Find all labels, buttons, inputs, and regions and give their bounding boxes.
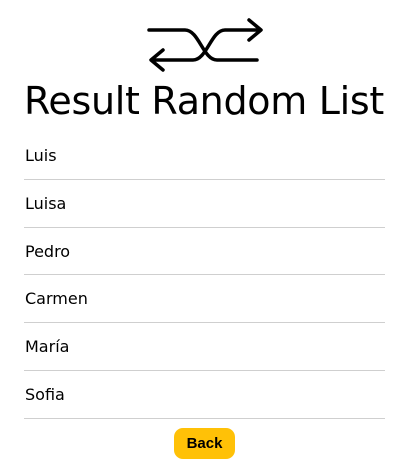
back-button[interactable]: Back <box>174 428 235 459</box>
list-item: Sofia <box>24 371 385 419</box>
list-item: Luisa <box>24 180 385 228</box>
list-item: María <box>24 323 385 371</box>
shuffle-icon <box>147 18 263 72</box>
list-item: Carmen <box>24 275 385 324</box>
result-list: Luis Luisa Pedro Carmen María Sofia <box>24 132 385 419</box>
result-page: Result Random List Luis Luisa Pedro Carm… <box>0 0 408 475</box>
list-item: Luis <box>24 132 385 180</box>
list-item: Pedro <box>24 228 385 276</box>
page-title: Result Random List <box>24 79 384 123</box>
